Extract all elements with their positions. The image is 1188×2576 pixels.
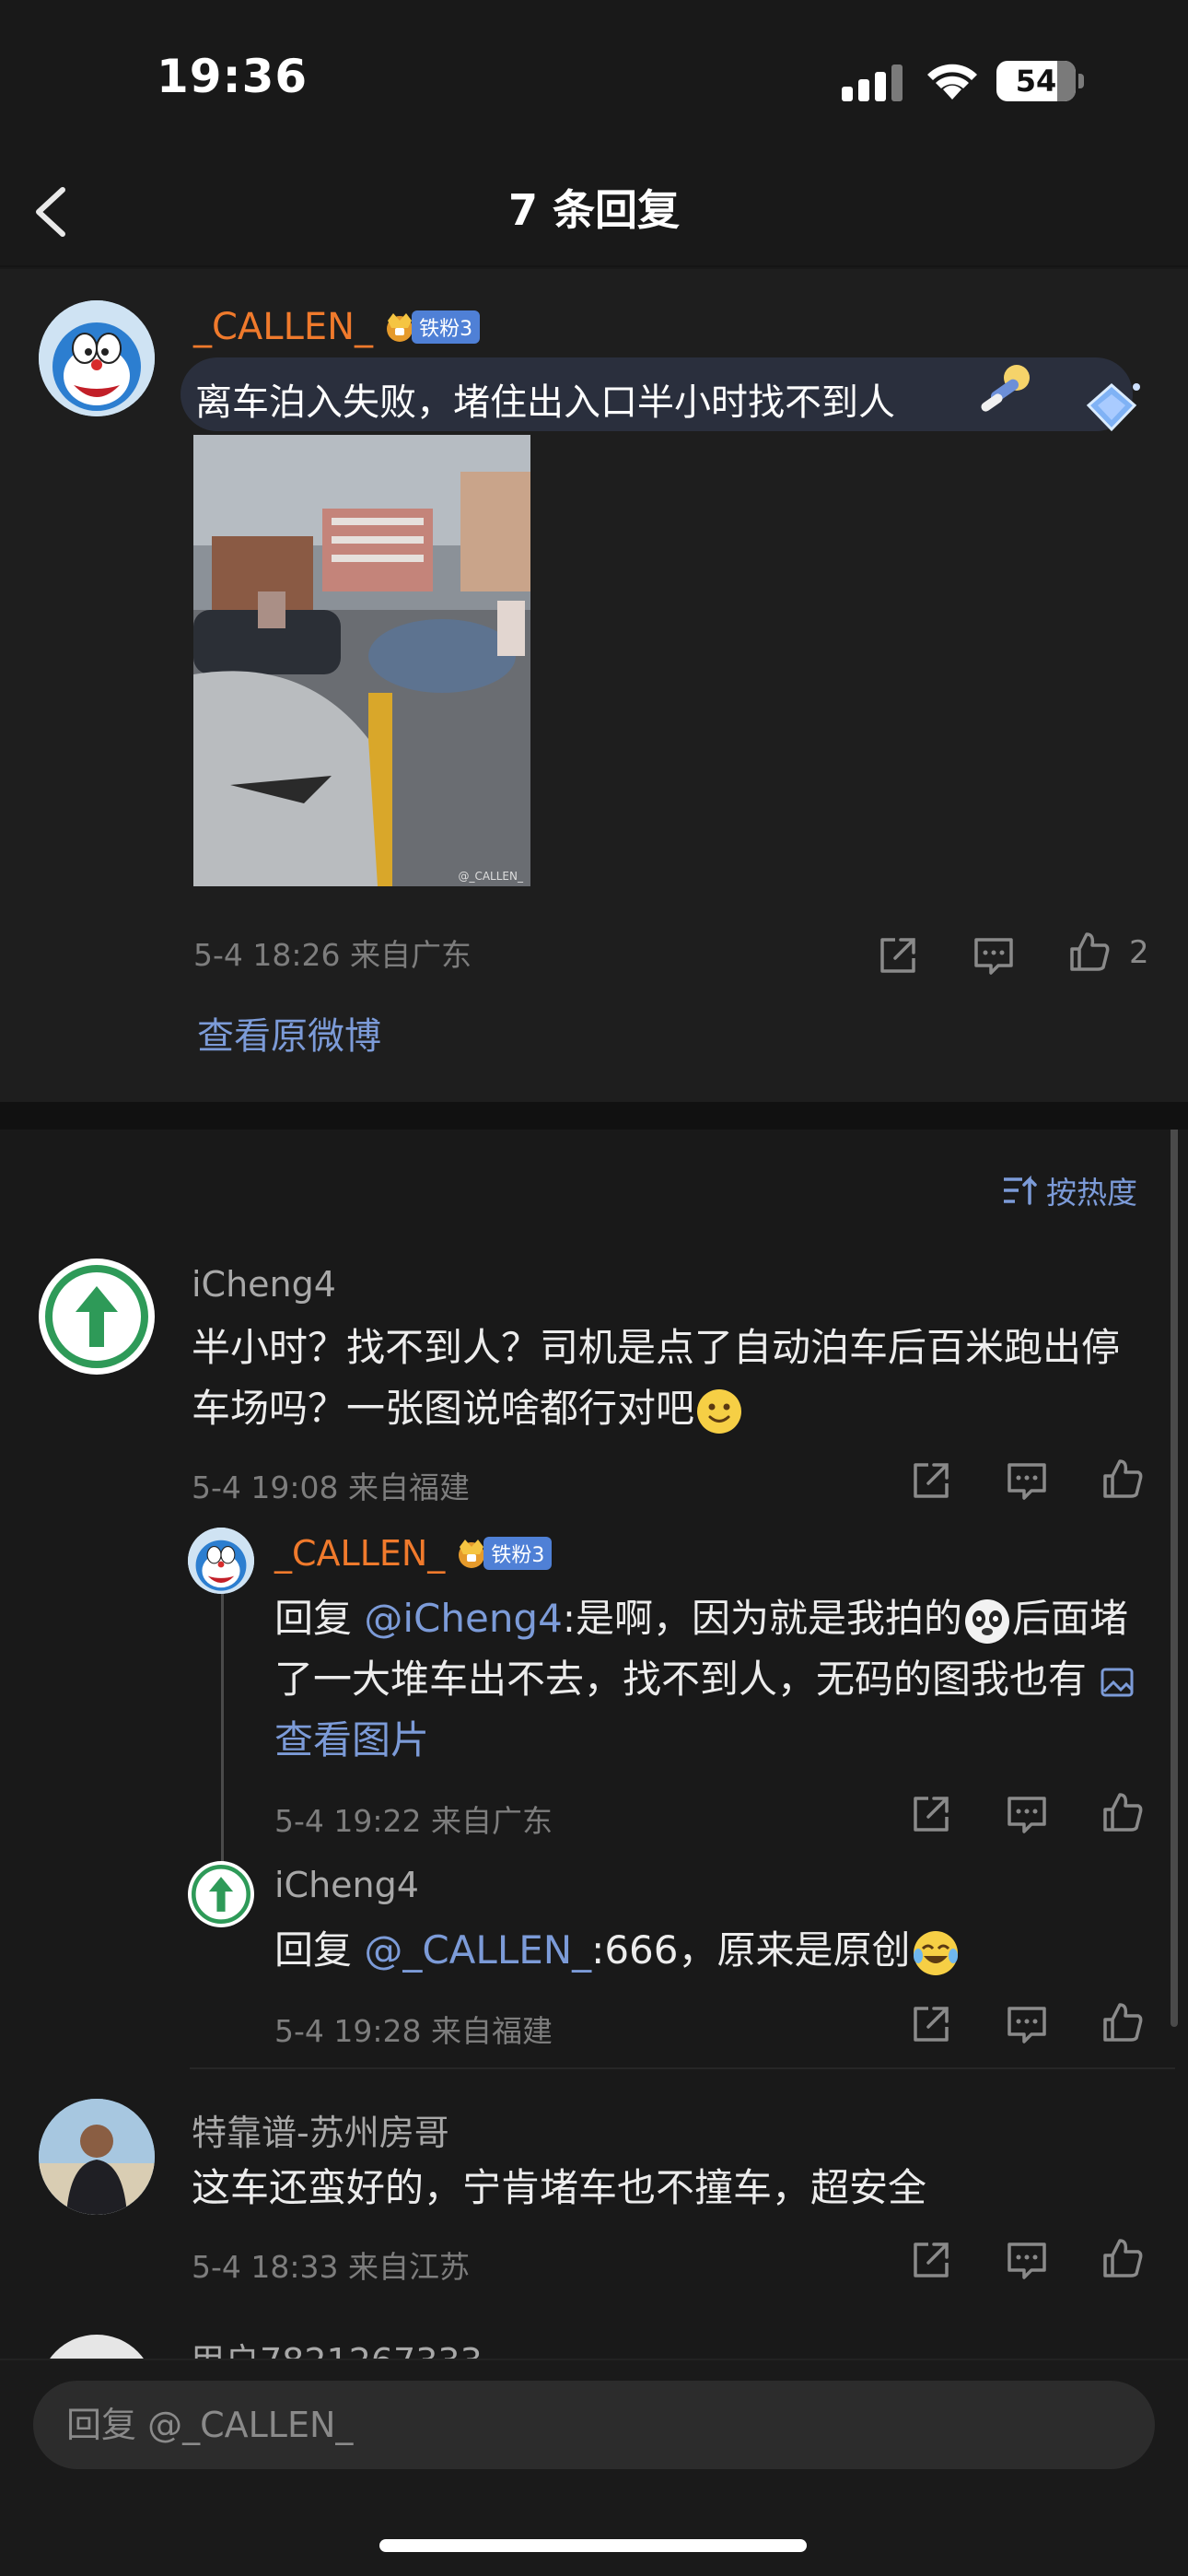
root-name-row: _CALLEN_ 铁粉3	[193, 306, 481, 348]
doraemon-avatar-icon	[188, 1528, 254, 1594]
section-divider	[0, 1102, 1188, 1130]
share-icon[interactable]	[877, 934, 919, 977]
comment-icon[interactable]	[1006, 2239, 1048, 2281]
signal-icon	[842, 64, 903, 101]
reply-meta: 5-4 19:22 来自广东	[274, 1803, 553, 1839]
separator	[190, 2067, 1175, 2069]
green-arrow-avatar-icon	[43, 1263, 150, 1370]
smile-emoji-icon	[697, 1388, 742, 1434]
fan-badge[interactable]: 铁粉3	[454, 1537, 553, 1570]
comment-icon[interactable]	[1006, 1793, 1048, 1835]
comment-icon[interactable]	[1006, 1459, 1048, 1502]
page-title: 7 条回复	[507, 185, 681, 235]
reply-name-row: _CALLEN_ 铁粉3	[274, 1533, 553, 1574]
share-icon[interactable]	[910, 1793, 952, 1835]
like-icon[interactable]	[1101, 1458, 1144, 1500]
root-post-text: 离车泊入失败，堵住出入口半小时找不到人	[195, 381, 895, 424]
astronaut-sticker-icon	[981, 365, 1030, 412]
reply-meta: 5-4 19:28 来自福建	[274, 2013, 553, 2049]
fan-badge-label: 铁粉3	[412, 310, 481, 344]
post-meta: 5-4 18:26 来自广东	[193, 937, 472, 973]
share-icon[interactable]	[910, 1459, 952, 1502]
home-indicator[interactable]	[379, 2539, 807, 2552]
reply-input[interactable]	[33, 2381, 1155, 2469]
like-count: 2	[1129, 934, 1149, 971]
share-icon[interactable]	[910, 2003, 952, 2045]
sort-icon	[1004, 1175, 1037, 1205]
green-arrow-avatar-icon	[190, 1863, 252, 1926]
like-icon[interactable]	[1101, 1791, 1144, 1833]
avatar[interactable]	[39, 300, 155, 416]
photo-watermark: @_CALLEN_	[458, 870, 523, 883]
comment-text: 这车还蛮好的，宁肯堵车也不撞车，超安全	[192, 2165, 927, 2210]
fan-badge-label: 铁粉3	[483, 1537, 553, 1570]
wifi-icon	[927, 64, 977, 100]
view-original-link[interactable]: 查看原微博	[197, 1006, 381, 1060]
status-time: 19:36	[157, 50, 309, 103]
doraemon-avatar-icon	[39, 300, 155, 416]
diamond-deco-icon	[1086, 383, 1140, 432]
username[interactable]: _CALLEN_	[193, 306, 373, 348]
battery-level: 54	[1015, 64, 1057, 99]
comment-icon[interactable]	[973, 934, 1015, 977]
username[interactable]: iCheng4	[274, 1865, 419, 1905]
root-post: _CALLEN_ 铁粉3 离车泊入失败，堵住出入口半小时找不到人 @_CALLE…	[0, 269, 1188, 1102]
laugh-cry-emoji-icon	[913, 1930, 958, 1975]
parking-photo	[193, 435, 530, 886]
sort-label: 按热度	[1046, 1175, 1137, 1211]
share-icon[interactable]	[910, 2239, 952, 2281]
avatar[interactable]	[188, 1528, 254, 1594]
like-icon[interactable]	[1101, 2237, 1144, 2279]
like-icon[interactable]	[1101, 2001, 1144, 2043]
like-icon[interactable]	[1068, 931, 1111, 973]
image-icon	[1101, 1668, 1134, 1696]
nav-bar: 7 条回复	[0, 157, 1188, 267]
comment-icon[interactable]	[1006, 2003, 1048, 2045]
panda-emoji-icon	[964, 1598, 1009, 1644]
comment-meta: 5-4 19:08 来自福建	[192, 1469, 470, 1505]
comment-text: 半小时？找不到人？司机是点了自动泊车后百米跑出停车场吗？一张图说啥都行对吧	[192, 1317, 1149, 1439]
post-photo[interactable]: @_CALLEN_	[193, 435, 530, 886]
reply-text: 回复 @_CALLEN_:666，原来是原创	[274, 1920, 1149, 1981]
sort-button[interactable]: 按热度	[1002, 1168, 1137, 1212]
username[interactable]: _CALLEN_	[274, 1533, 445, 1574]
mention-link[interactable]: @_CALLEN_	[364, 1927, 591, 1973]
avatar[interactable]	[39, 1259, 155, 1375]
status-bar: 19:36 54	[0, 0, 1188, 138]
battery-icon: 54	[996, 61, 1085, 101]
comment-meta: 5-4 18:33 来自江苏	[192, 2249, 470, 2285]
person-avatar-icon	[39, 2099, 155, 2215]
avatar[interactable]	[188, 1861, 254, 1927]
mention-link[interactable]: @iCheng4	[364, 1596, 562, 1641]
reply-text: 回复 @iCheng4:是啊，因为就是我拍的 后面堵了一大堆车出不去，找不到人，无…	[274, 1588, 1149, 1771]
avatar[interactable]	[39, 2099, 155, 2215]
thread-line	[221, 1594, 224, 1866]
username[interactable]: iCheng4	[192, 1264, 336, 1305]
username[interactable]: 特靠谱-苏州房哥	[192, 2104, 449, 2155]
fan-badge[interactable]: 铁粉3	[382, 310, 481, 344]
